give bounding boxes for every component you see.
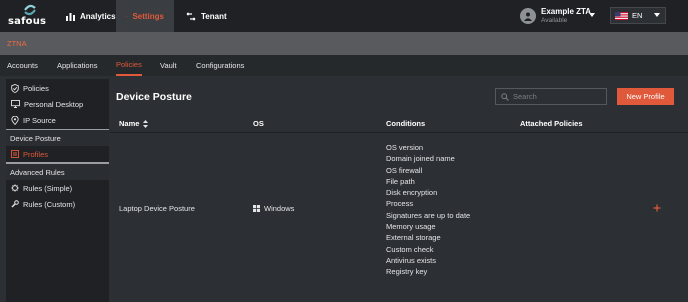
sidebar-item-policies[interactable]: Policies [6, 80, 109, 96]
sidebar-item-label: Policies [23, 83, 49, 93]
new-profile-button[interactable]: New Profile [617, 88, 674, 105]
nav-settings-label: Settings [132, 11, 164, 21]
language-select[interactable]: EN [610, 7, 666, 24]
chevron-down-icon [589, 13, 595, 17]
language-value: EN [632, 11, 643, 20]
tab-configurations[interactable]: Configurations [196, 55, 244, 76]
condition-item: Registry key [386, 267, 428, 277]
page-title: Device Posture [116, 91, 192, 103]
module-label[interactable]: ZTNA [7, 39, 27, 48]
sidebar-item-label: Rules (Simple) [23, 183, 73, 193]
column-header-label: Conditions [386, 119, 426, 128]
sidebar-item-label: IP Source [23, 115, 56, 125]
gear-icon [126, 15, 128, 17]
sidebar-section-device-posture[interactable]: Device Posture [6, 130, 109, 146]
sidebar: Policies Personal Desktop IP Source Devi… [6, 79, 109, 302]
column-header-label: OS [253, 119, 264, 128]
search-input[interactable] [513, 92, 603, 101]
windows-icon [253, 205, 260, 212]
nav-analytics-label: Analytics [80, 11, 116, 21]
profile-name[interactable]: Laptop Device Posture [119, 204, 195, 213]
condition-item: File path [386, 176, 415, 186]
nav-settings[interactable]: Settings [116, 0, 174, 32]
column-header-conditions: Conditions [386, 119, 425, 128]
os-label: Windows [264, 204, 295, 213]
condition-item: Memory usage [386, 222, 436, 232]
wrench-icon [11, 200, 19, 208]
top-navigation-bar: safous Analytics Settings Tenant Example… [0, 0, 688, 32]
tab-applications[interactable]: Applications [57, 55, 97, 76]
sort-icon[interactable] [143, 119, 149, 128]
condition-item: Disk encryption [386, 188, 438, 198]
bar-chart-icon [66, 12, 75, 21]
condition-item: Signatures are up to date [386, 210, 471, 220]
column-header-label: Name [119, 119, 140, 128]
column-header-name[interactable]: Name [119, 119, 149, 128]
condition-item: Custom check [386, 244, 434, 254]
tenant-icon [186, 11, 196, 21]
tab-policies[interactable]: Policies [116, 55, 142, 76]
module-bar: ZTNA [0, 32, 688, 55]
shield-check-icon [11, 83, 19, 93]
cog-icon [11, 184, 19, 192]
column-header-label: Attached Policies [520, 119, 583, 128]
safous-logo[interactable]: safous [6, 4, 54, 28]
sidebar-item-label: Profiles [23, 149, 49, 159]
tab-accounts[interactable]: Accounts [7, 55, 38, 76]
sidebar-item-personal-desktop[interactable]: Personal Desktop [6, 96, 109, 112]
add-policy-button[interactable] [651, 202, 663, 214]
condition-item: Domain joined name [386, 154, 455, 164]
search-box[interactable] [495, 88, 607, 105]
nav-tenant[interactable]: Tenant [176, 0, 237, 32]
user-name: Example ZTA [541, 7, 592, 16]
sidebar-item-rules-custom[interactable]: Rules (Custom) [6, 196, 109, 212]
us-flag-icon [615, 11, 628, 20]
sidebar-item-label: Personal Desktop [24, 99, 84, 109]
condition-item: OS version [386, 143, 424, 152]
user-status: Available [541, 17, 568, 24]
column-header-os: OS [253, 119, 264, 128]
condition-item: External storage [386, 233, 441, 243]
sidebar-item-label: Rules (Custom) [23, 199, 76, 209]
nav-tenant-label: Tenant [201, 11, 227, 21]
brand-name: safous [8, 16, 47, 27]
safous-logo-mark-icon [24, 4, 36, 16]
profile-os: Windows [253, 204, 294, 213]
sidebar-item-ip-source[interactable]: IP Source [6, 112, 109, 128]
user-menu[interactable]: Example ZTA Available [520, 6, 595, 26]
column-header-attached-policies: Attached Policies [520, 119, 583, 128]
avatar-icon [520, 8, 536, 24]
condition-item: OS firewall [386, 165, 423, 175]
chevron-down-icon [654, 13, 660, 17]
search-icon [501, 92, 509, 101]
table-header-divider [110, 132, 688, 133]
sidebar-item-rules-simple[interactable]: Rules (Simple) [6, 180, 109, 196]
monitor-icon [11, 100, 20, 108]
location-pin-icon [11, 115, 19, 125]
sub-tabs: Accounts Applications Policies Vault Con… [0, 55, 688, 76]
plus-icon [653, 204, 661, 212]
condition-item: Process [386, 199, 414, 209]
profile-icon [11, 150, 19, 158]
tab-vault[interactable]: Vault [160, 55, 177, 76]
sidebar-item-profiles[interactable]: Profiles [6, 146, 109, 162]
condition-item: Antivirus exists [386, 255, 437, 265]
conditions-list: OS version Domain joined name OS firewal… [386, 142, 470, 278]
sidebar-section-advanced-rules[interactable]: Advanced Rules [6, 164, 109, 180]
main-panel: Device Posture New Profile Name OS Condi… [110, 79, 688, 302]
